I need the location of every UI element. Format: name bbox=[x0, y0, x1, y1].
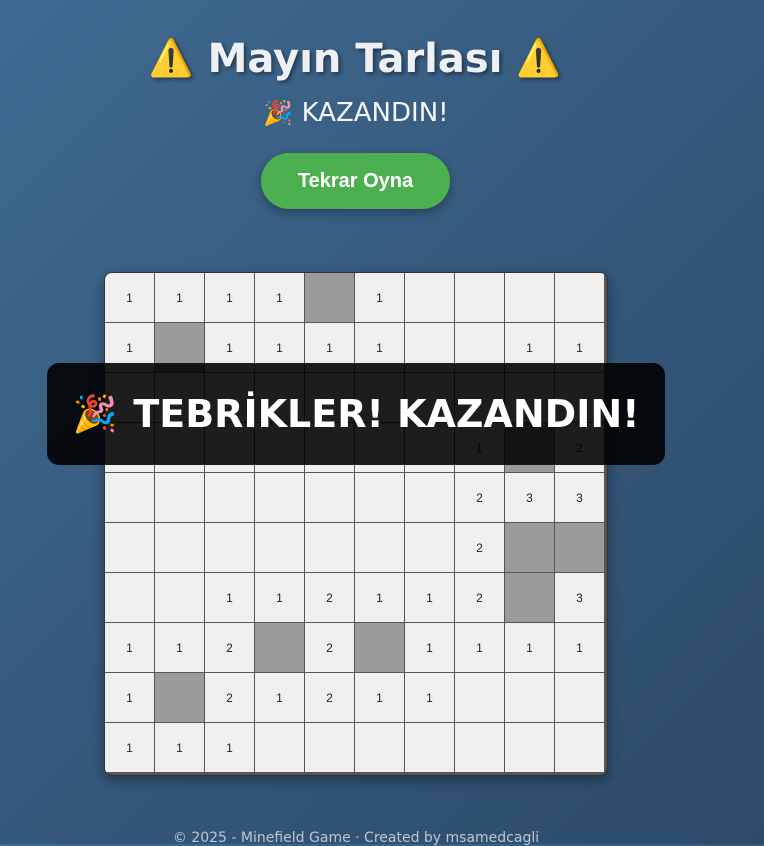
board-cell[interactable] bbox=[505, 673, 555, 723]
minefield-board: 1111111111111223321121123112211111212111… bbox=[104, 272, 608, 776]
board-cell[interactable]: 1 bbox=[155, 723, 205, 773]
board-cell[interactable] bbox=[555, 673, 605, 723]
board-cell[interactable] bbox=[305, 523, 355, 573]
board-cell[interactable]: 1 bbox=[355, 573, 405, 623]
board-cell[interactable]: 2 bbox=[305, 673, 355, 723]
mine-cell[interactable] bbox=[555, 523, 605, 573]
board-cell[interactable] bbox=[355, 723, 405, 773]
board-cell[interactable] bbox=[105, 573, 155, 623]
warning-icon: ⚠️ bbox=[516, 38, 562, 79]
board-cell[interactable] bbox=[205, 473, 255, 523]
win-message-overlay: 🎉 TEBRİKLER! KAZANDIN! bbox=[47, 363, 665, 465]
board-cell[interactable] bbox=[305, 723, 355, 773]
board-cell[interactable] bbox=[405, 273, 455, 323]
board-cell[interactable] bbox=[405, 723, 455, 773]
board-cell[interactable]: 2 bbox=[305, 573, 355, 623]
mine-cell[interactable] bbox=[505, 523, 555, 573]
board-cell[interactable]: 2 bbox=[455, 523, 505, 573]
board-cell[interactable]: 1 bbox=[155, 623, 205, 673]
board-cell[interactable] bbox=[455, 723, 505, 773]
board-cell[interactable] bbox=[255, 723, 305, 773]
board-cell[interactable] bbox=[105, 473, 155, 523]
restart-button[interactable]: Tekrar Oyna bbox=[261, 153, 450, 209]
board-cell[interactable] bbox=[355, 523, 405, 573]
board-cell[interactable] bbox=[255, 473, 305, 523]
mine-cell[interactable] bbox=[505, 573, 555, 623]
board-cell[interactable]: 1 bbox=[205, 573, 255, 623]
board-cell[interactable]: 1 bbox=[205, 723, 255, 773]
board-cell[interactable] bbox=[155, 473, 205, 523]
board-cell[interactable]: 2 bbox=[455, 573, 505, 623]
board-cell[interactable]: 3 bbox=[555, 473, 605, 523]
board-cell[interactable]: 1 bbox=[105, 623, 155, 673]
board-cell[interactable] bbox=[155, 523, 205, 573]
board-cell[interactable]: 1 bbox=[255, 573, 305, 623]
warning-icon: ⚠️ bbox=[148, 38, 194, 79]
board-cell[interactable]: 2 bbox=[455, 473, 505, 523]
mine-cell[interactable] bbox=[305, 273, 355, 323]
board-cell[interactable]: 2 bbox=[305, 623, 355, 673]
board-cell[interactable]: 1 bbox=[255, 273, 305, 323]
board-cell[interactable] bbox=[155, 573, 205, 623]
status-text: KAZANDIN! bbox=[301, 98, 449, 128]
party-popper-icon: 🎉 bbox=[72, 394, 118, 435]
board-cell[interactable]: 1 bbox=[405, 673, 455, 723]
board-cell[interactable] bbox=[455, 273, 505, 323]
board-cell[interactable] bbox=[555, 723, 605, 773]
game-status: 🎉 KAZANDIN! bbox=[0, 98, 712, 128]
board-cell[interactable] bbox=[505, 723, 555, 773]
title-text: Mayın Tarlası bbox=[207, 36, 503, 82]
board-cell[interactable] bbox=[405, 523, 455, 573]
board-cell[interactable] bbox=[205, 523, 255, 573]
board-cell[interactable] bbox=[255, 523, 305, 573]
board-cell[interactable]: 1 bbox=[355, 273, 405, 323]
board-cell[interactable]: 1 bbox=[155, 273, 205, 323]
minefield-grid: 1111111111111223321121123112211111212111… bbox=[105, 273, 607, 773]
board-cell[interactable]: 1 bbox=[105, 723, 155, 773]
board-cell[interactable]: 1 bbox=[105, 673, 155, 723]
board-cell[interactable]: 1 bbox=[205, 273, 255, 323]
board-cell[interactable] bbox=[305, 473, 355, 523]
board-cell[interactable]: 3 bbox=[505, 473, 555, 523]
board-cell[interactable]: 1 bbox=[405, 573, 455, 623]
board-cell[interactable] bbox=[105, 523, 155, 573]
board-cell[interactable]: 1 bbox=[505, 623, 555, 673]
board-cell[interactable]: 1 bbox=[455, 623, 505, 673]
board-cell[interactable]: 1 bbox=[105, 273, 155, 323]
board-cell[interactable]: 1 bbox=[405, 623, 455, 673]
board-cell[interactable]: 1 bbox=[255, 673, 305, 723]
party-popper-icon: 🎉 bbox=[263, 99, 294, 127]
board-cell[interactable]: 2 bbox=[205, 673, 255, 723]
board-cell[interactable] bbox=[405, 473, 455, 523]
board-cell[interactable] bbox=[355, 473, 405, 523]
board-cell[interactable]: 3 bbox=[555, 573, 605, 623]
board-cell[interactable] bbox=[555, 273, 605, 323]
mine-cell[interactable] bbox=[155, 673, 205, 723]
board-cell[interactable] bbox=[505, 273, 555, 323]
mine-cell[interactable] bbox=[355, 623, 405, 673]
board-cell[interactable]: 1 bbox=[355, 673, 405, 723]
board-cell[interactable]: 1 bbox=[555, 623, 605, 673]
mine-cell[interactable] bbox=[255, 623, 305, 673]
board-cell[interactable] bbox=[455, 673, 505, 723]
game-title: ⚠️ Mayın Tarlası ⚠️ bbox=[0, 36, 710, 82]
board-cell[interactable]: 2 bbox=[205, 623, 255, 673]
win-message-text: TEBRİKLER! KAZANDIN! bbox=[133, 392, 640, 436]
